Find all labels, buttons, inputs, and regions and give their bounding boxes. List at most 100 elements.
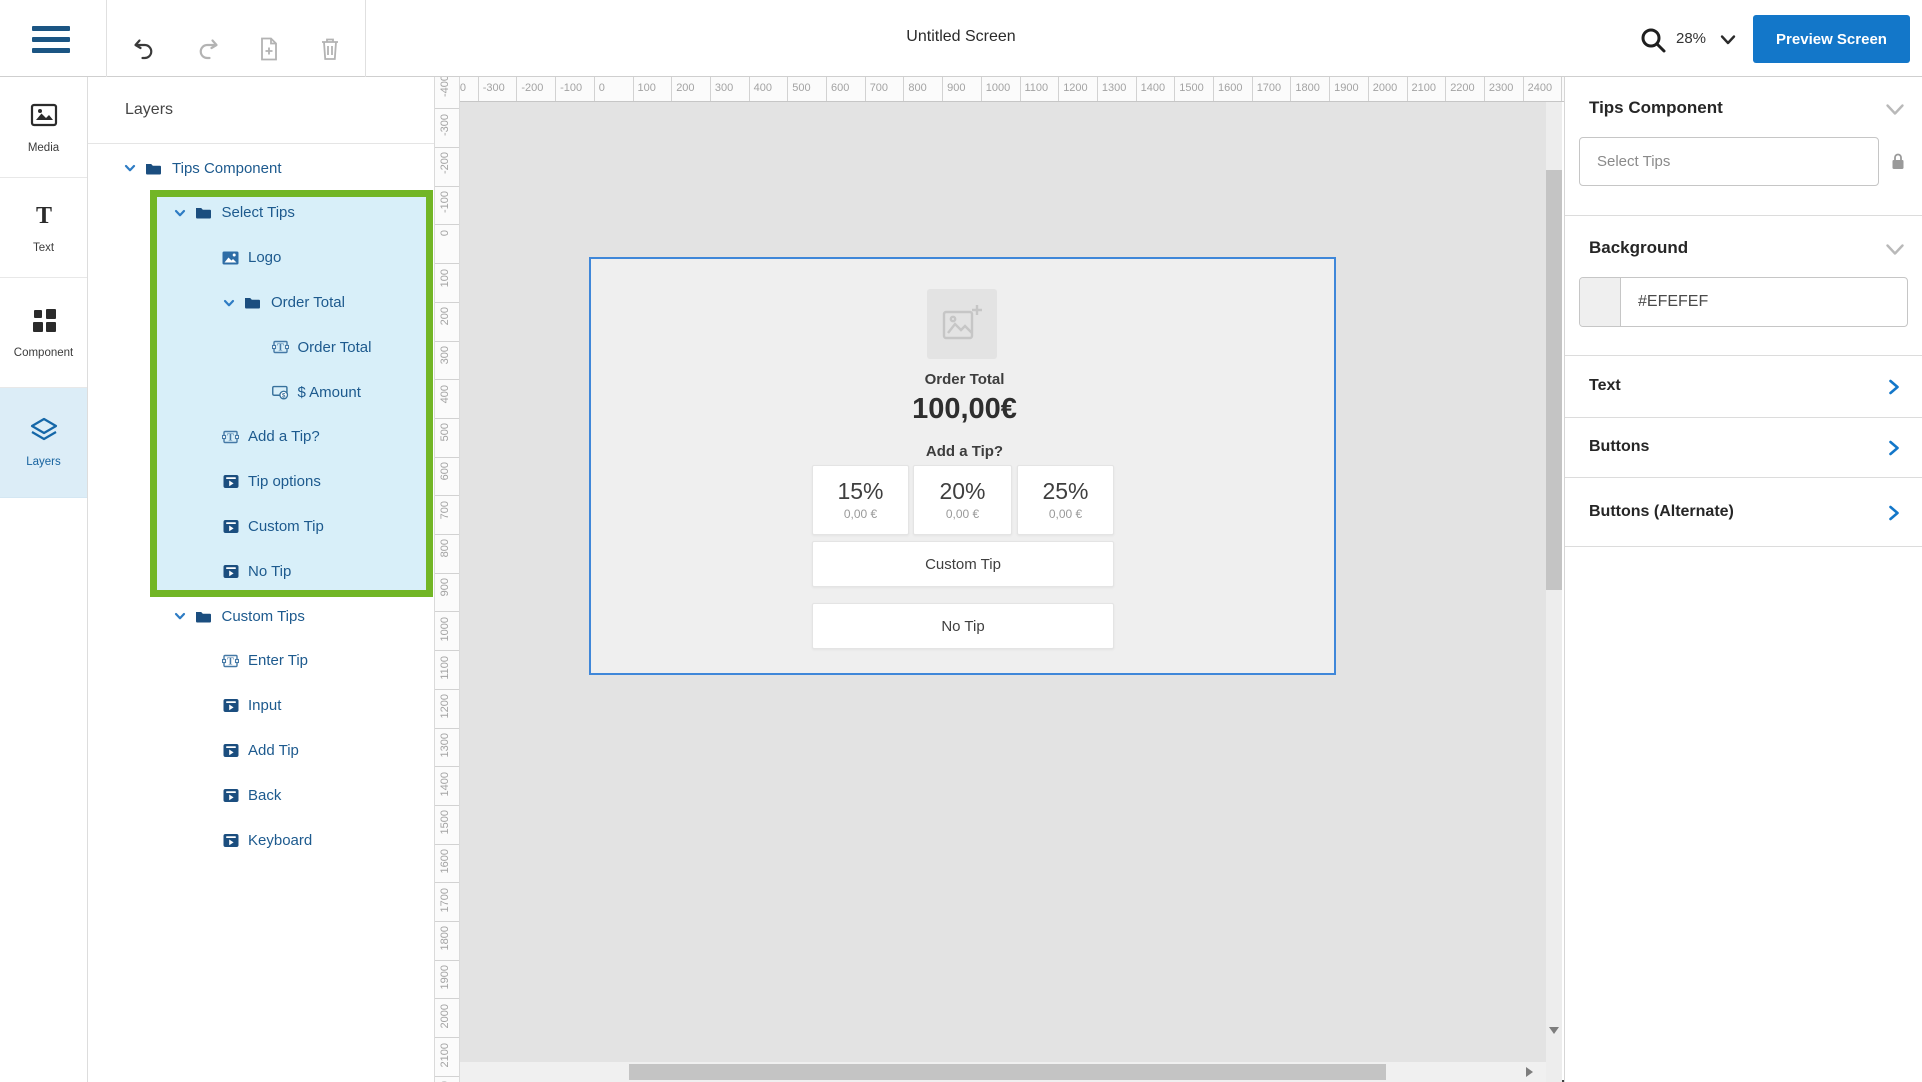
screen-frame[interactable]: Order Total 100,00€ Add a Tip? 15%0,00 €… — [589, 257, 1336, 675]
sidebar-item-component[interactable]: Component — [0, 278, 87, 388]
svg-text:T: T — [227, 656, 234, 667]
ruler-tick — [1097, 77, 1098, 102]
ruler-tick — [435, 1037, 460, 1038]
ruler-tick — [435, 573, 460, 574]
order-total-label[interactable]: Order Total — [591, 371, 1338, 388]
layer-row-custom-tips[interactable]: Custom Tips — [88, 594, 434, 639]
ruler-number: -400 — [439, 77, 451, 97]
section-row-text[interactable]: Text — [1565, 355, 1922, 418]
ruler-tick — [1058, 77, 1059, 102]
vertical-scrollbar-thumb[interactable] — [1546, 170, 1562, 590]
layer-row-input[interactable]: Input — [88, 683, 434, 728]
tip-option-button-15[interactable]: 15%0,00 € — [812, 465, 909, 535]
chevron-right-icon[interactable] — [1887, 378, 1901, 401]
layer-row-enter-tip[interactable]: TEnter Tip — [88, 638, 434, 683]
ruler-tick — [435, 611, 460, 612]
rail-item-label: Text — [33, 242, 54, 254]
ruler-tick — [1368, 77, 1369, 102]
chevron-down-icon[interactable] — [173, 206, 187, 220]
ruler-tick — [435, 263, 460, 264]
vertical-scrollbar[interactable] — [1546, 102, 1562, 1062]
no-tip-button[interactable]: No Tip — [812, 603, 1114, 649]
ruler-tick — [981, 77, 982, 102]
preview-screen-button[interactable]: Preview Screen — [1753, 15, 1910, 63]
layer-row-order-total[interactable]: T Order Total — [88, 325, 434, 370]
lock-icon[interactable] — [1890, 152, 1906, 176]
tip-amount: 0,00 € — [946, 507, 979, 521]
zoom-level-value[interactable]: 28% — [1676, 30, 1706, 47]
sidebar-item-layers[interactable]: Layers — [0, 388, 87, 498]
ruler-number: 400 — [439, 385, 451, 403]
screen-title: Untitled Screen — [0, 28, 1922, 46]
section-row-buttons[interactable]: Buttons — [1565, 418, 1922, 478]
sidebar-item-media[interactable]: Media — [0, 77, 87, 178]
layer-row-tips-component[interactable]: Tips Component — [88, 146, 434, 191]
ruler-number: 1400 — [1141, 82, 1165, 94]
layer-row-tip-options[interactable]: Tip options — [88, 459, 434, 504]
section-label: Buttons — [1589, 438, 1649, 456]
component-icon — [30, 306, 58, 339]
add-a-tip-label[interactable]: Add a Tip? — [591, 443, 1338, 460]
ruler-tick — [435, 147, 460, 148]
ruler-number: 1300 — [439, 733, 451, 757]
rail-item-label: Media — [28, 142, 59, 154]
zoom-search-button[interactable] — [1638, 25, 1668, 55]
folder-icon — [195, 608, 212, 625]
logo-image-placeholder[interactable] — [927, 289, 997, 359]
layer-label: Tip options — [248, 473, 321, 490]
layer-row-back[interactable]: Back — [88, 773, 434, 818]
chevron-right-icon[interactable] — [1887, 504, 1901, 527]
section-row-buttons-alternate-[interactable]: Buttons (Alternate) — [1565, 478, 1922, 547]
ruler-number: 400 — [754, 82, 772, 94]
svg-text:T: T — [277, 343, 284, 354]
chevron-right-icon[interactable] — [1887, 439, 1901, 462]
layer-row-keyboard[interactable]: Keyboard — [88, 818, 434, 863]
layer-row-select-tips[interactable]: Select Tips — [88, 190, 434, 235]
ruler-number: 1000 — [986, 82, 1010, 94]
tip-option-button-20[interactable]: 20%0,00 € — [913, 465, 1012, 535]
component-name-input[interactable]: Select Tips — [1579, 137, 1879, 186]
custom-tip-button[interactable]: Custom Tip — [812, 541, 1114, 587]
layer-row-custom-tip[interactable]: Custom Tip — [88, 504, 434, 549]
order-total-value[interactable]: 100,00€ — [591, 393, 1338, 426]
sidebar-item-text[interactable]: TText — [0, 178, 87, 278]
tip-option-button-25[interactable]: 25% 0,00 € — [1017, 465, 1114, 535]
ruler-tick — [435, 418, 460, 419]
ruler-tick — [555, 77, 556, 102]
horizontal-scrollbar-thumb[interactable] — [629, 1064, 1386, 1080]
chevron-down-icon[interactable] — [173, 609, 187, 623]
ruler-number: -200 — [439, 152, 451, 174]
ruler-number: 100 — [439, 269, 451, 287]
image-plus-icon — [940, 303, 984, 345]
section-label: Buttons (Alternate) — [1589, 503, 1734, 521]
layer-row-add-a-tip-[interactable]: TAdd a Tip? — [88, 414, 434, 459]
section-label: Text — [1589, 377, 1621, 395]
text-icon: T — [272, 339, 289, 356]
ruler-number: -300 — [439, 114, 451, 136]
horizontal-scrollbar[interactable] — [460, 1062, 1546, 1082]
ruler-tick — [435, 882, 460, 883]
layer-row-logo[interactable]: Logo — [88, 235, 434, 280]
layer-label: Custom Tip — [248, 518, 324, 535]
tip-amount: 0,00 € — [1049, 507, 1082, 521]
ruler-number: 1100 — [439, 656, 451, 680]
background-color-swatch[interactable] — [1580, 278, 1621, 326]
collapse-section-button[interactable] — [1885, 243, 1905, 262]
chevron-down-icon[interactable] — [123, 161, 137, 175]
scroll-down-arrow-icon[interactable] — [1549, 1027, 1559, 1034]
background-color-input[interactable]: #EFEFEF — [1579, 277, 1908, 327]
layer-row-add-tip[interactable]: Add Tip — [88, 728, 434, 773]
scroll-right-arrow-icon[interactable] — [1526, 1067, 1533, 1077]
tip-percent: 25% — [1042, 479, 1088, 503]
ruler-tick — [435, 108, 460, 109]
layer-label: Back — [248, 787, 281, 804]
layer-row-no-tip[interactable]: No Tip — [88, 549, 434, 594]
layer-row--amount[interactable]: $$ Amount — [88, 370, 434, 415]
layer-label: Order Total — [298, 339, 372, 356]
chevron-down-icon[interactable] — [1720, 33, 1736, 51]
button-icon — [222, 473, 239, 490]
collapse-section-button[interactable] — [1885, 103, 1905, 122]
ruler-tick — [1213, 77, 1214, 102]
layer-row-order-total[interactable]: Order Total — [88, 280, 434, 325]
chevron-down-icon[interactable] — [222, 296, 236, 310]
